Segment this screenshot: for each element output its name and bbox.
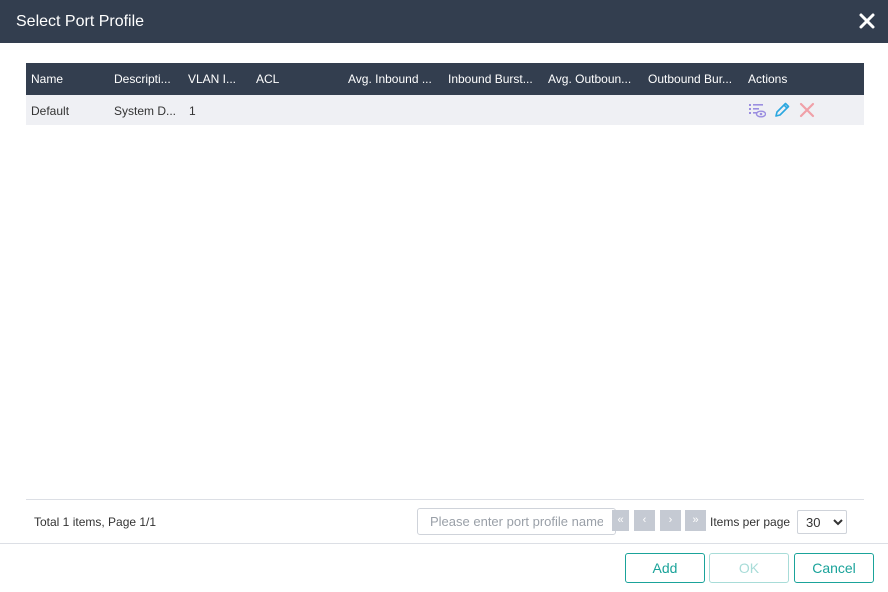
ok-button[interactable]: OK — [709, 553, 789, 583]
dialog-footer-divider — [0, 543, 888, 544]
column-header-outbound-burst[interactable]: Outbound Bur... — [648, 72, 738, 86]
next-page-button[interactable]: › — [660, 510, 681, 531]
dialog-header: Select Port Profile — [0, 0, 888, 43]
delete-icon[interactable] — [798, 101, 816, 119]
close-icon[interactable] — [858, 12, 876, 30]
items-per-page-label: Items per page — [710, 515, 791, 529]
column-header-avg-inbound[interactable]: Avg. Inbound ... — [348, 72, 438, 86]
column-header-avg-outbound[interactable]: Avg. Outboun... — [548, 72, 638, 86]
cell-vlan: 1 — [189, 104, 196, 118]
table-header: Name Descripti... VLAN I... ACL Avg. Inb… — [26, 63, 864, 95]
column-header-inbound-burst[interactable]: Inbound Burst... — [448, 72, 538, 86]
previous-page-button[interactable]: ‹ — [634, 510, 655, 531]
footer-divider — [26, 499, 864, 500]
add-button[interactable]: Add — [625, 553, 705, 583]
port-profile-search-input[interactable] — [417, 508, 616, 535]
first-page-button[interactable]: « — [612, 510, 629, 531]
cancel-button[interactable]: Cancel — [794, 553, 874, 583]
last-page-button[interactable]: » — [685, 510, 706, 531]
port-profile-table: Name Descripti... VLAN I... ACL Avg. Inb… — [26, 63, 864, 125]
items-per-page-select[interactable]: 30 — [797, 510, 847, 534]
edit-icon[interactable] — [773, 101, 791, 119]
dialog-title: Select Port Profile — [16, 13, 145, 30]
column-header-actions: Actions — [748, 72, 788, 86]
pagination-summary: Total 1 items, Page 1/1 — [34, 515, 157, 529]
column-header-name[interactable]: Name — [31, 72, 109, 86]
column-header-acl[interactable]: ACL — [256, 72, 336, 86]
column-header-vlan[interactable]: VLAN I... — [188, 72, 248, 86]
table-row[interactable]: Default System D... 1 — [26, 95, 864, 125]
cell-description: System D... — [114, 104, 177, 118]
view-details-icon[interactable] — [748, 101, 766, 119]
column-header-description[interactable]: Descripti... — [114, 72, 180, 86]
cell-name: Default — [31, 104, 70, 118]
